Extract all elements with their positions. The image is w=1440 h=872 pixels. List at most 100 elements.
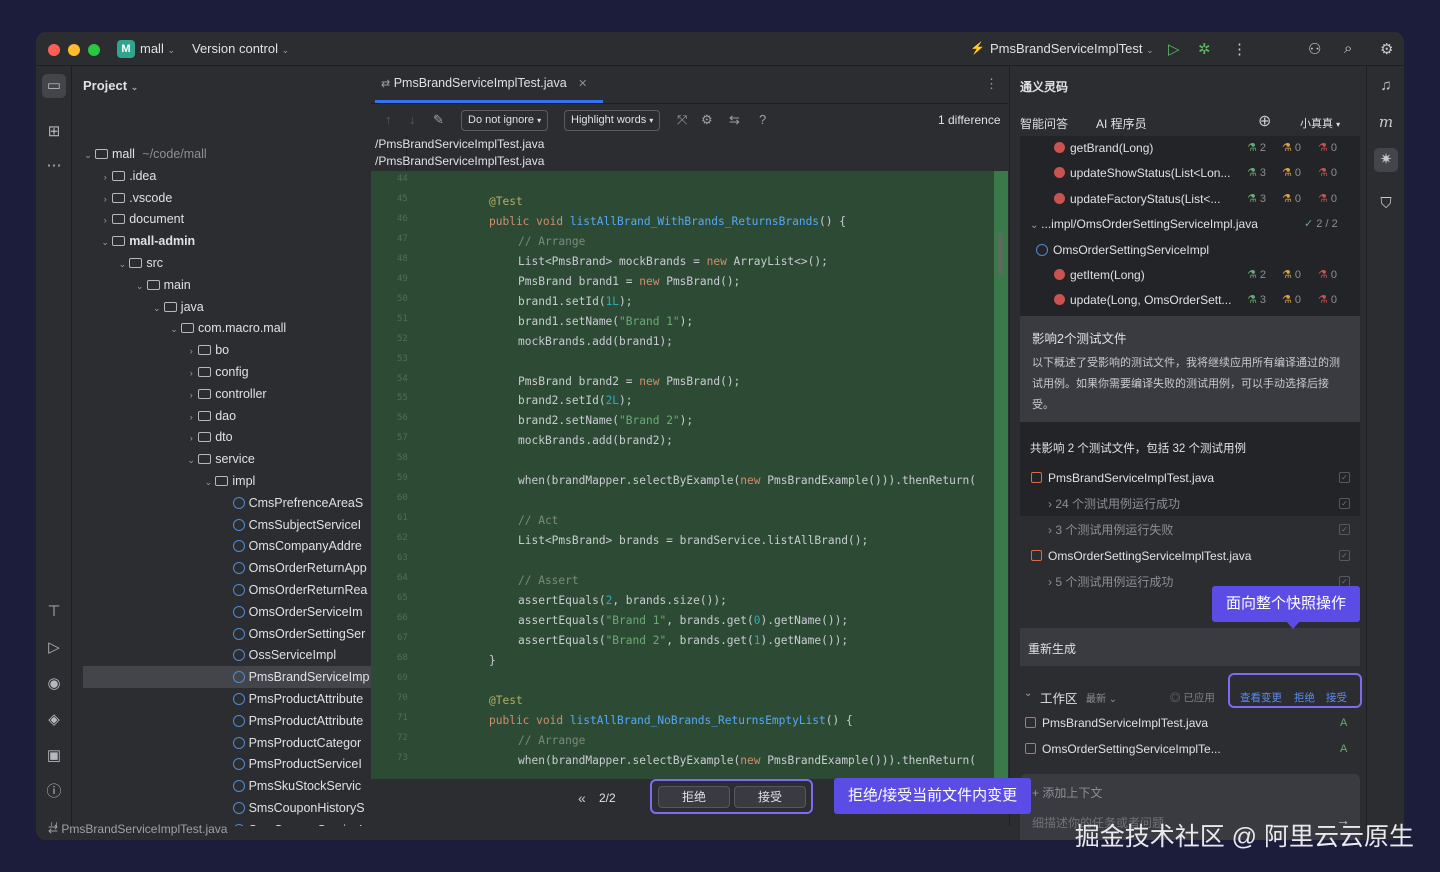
expanded-arrow-icon[interactable]: ⌄ bbox=[81, 144, 95, 166]
tree-item[interactable]: › dao bbox=[73, 405, 406, 428]
tree-item[interactable]: PmsProductAttribute bbox=[73, 688, 406, 710]
services-icon[interactable]: ◉ bbox=[44, 674, 64, 694]
scrollbar-thumb[interactable] bbox=[998, 233, 1003, 275]
close-tab-icon[interactable]: ✕ bbox=[578, 78, 587, 90]
run-panel-icon[interactable]: ▷ bbox=[44, 638, 64, 658]
model-selector[interactable]: 小真真 ▾ bbox=[1300, 115, 1340, 131]
tree-item[interactable]: › document bbox=[73, 208, 406, 231]
collapsed-arrow-icon[interactable]: › bbox=[184, 340, 198, 362]
terminal-icon[interactable]: ▣ bbox=[44, 746, 64, 766]
tree-item[interactable]: ⌄ com.macro.mall bbox=[73, 317, 406, 340]
add-context-button[interactable]: + 添加上下文 bbox=[1032, 784, 1102, 801]
method-row[interactable]: ⌄ ...impl/OmsOrderSettingServiceImpl.jav… bbox=[1020, 212, 1360, 237]
tab-ai-programmer[interactable]: AI 程序员 bbox=[1096, 115, 1147, 132]
zoom-window-button[interactable] bbox=[88, 44, 100, 56]
minimize-window-button[interactable] bbox=[68, 44, 80, 56]
help-icon[interactable]: ? bbox=[759, 112, 766, 127]
expanded-arrow-icon[interactable]: ⌄ bbox=[184, 449, 198, 471]
method-row[interactable]: getBrand(Long) ⚗ 2 ⚗ 0 ⚗ 0 bbox=[1020, 136, 1360, 161]
method-row[interactable]: updateShowStatus(List<Lon... ⚗ 3 ⚗ 0 ⚗ 0 bbox=[1020, 161, 1360, 186]
expanded-arrow-icon[interactable]: ⌄ bbox=[133, 275, 147, 297]
tree-item[interactable]: OmsOrderReturnRea bbox=[73, 579, 406, 601]
expanded-arrow-icon[interactable]: ⌄ bbox=[167, 318, 181, 340]
tree-item[interactable]: › controller bbox=[73, 383, 406, 406]
test-checkbox[interactable]: ✓ bbox=[1339, 550, 1350, 561]
tree-item[interactable]: PmsProductServiceI bbox=[73, 753, 406, 775]
latest-selector[interactable]: 最新 ⌄ bbox=[1086, 690, 1117, 705]
workspace-file-row[interactable]: PmsBrandServiceImplTest.java A bbox=[1020, 711, 1360, 736]
tree-item[interactable]: OmsOrderSettingSer bbox=[73, 623, 406, 645]
test-checkbox[interactable]: ✓ bbox=[1339, 472, 1350, 483]
close-window-button[interactable] bbox=[48, 44, 60, 56]
vcs-menu[interactable]: Version control ⌄ bbox=[192, 41, 289, 56]
tree-item[interactable]: PmsSkuStockServic bbox=[73, 775, 406, 797]
tree-item[interactable]: › config bbox=[73, 361, 406, 383]
ignore-whitespace-select[interactable]: Do not ignore ▾ bbox=[461, 110, 549, 131]
structure-icon[interactable]: ⊞ bbox=[44, 122, 64, 142]
expanded-arrow-icon[interactable]: ⌄ bbox=[201, 471, 215, 493]
collapsed-arrow-icon[interactable]: › bbox=[98, 188, 112, 210]
accept-file-button[interactable]: 接受 bbox=[734, 786, 806, 808]
build-icon[interactable]: ⊤ bbox=[44, 602, 64, 622]
reject-snapshot-link[interactable]: 拒绝 bbox=[1294, 690, 1315, 705]
notifications-icon[interactable]: ♫ bbox=[1376, 76, 1396, 96]
tree-item[interactable]: ⌄ java bbox=[73, 296, 406, 319]
collapsed-arrow-icon[interactable]: › bbox=[184, 427, 198, 449]
chevron-down-icon[interactable]: ⌄ bbox=[1024, 688, 1032, 699]
tree-item[interactable]: PmsProductAttribute bbox=[73, 710, 406, 732]
collapsed-arrow-icon[interactable]: › bbox=[98, 166, 112, 188]
search-icon[interactable]: ⌕ bbox=[1344, 40, 1352, 57]
method-row[interactable]: update(Long, OmsOrderSett... ⚗ 3 ⚗ 0 ⚗ 0 bbox=[1020, 288, 1360, 313]
view-changes-link[interactable]: 查看变更 bbox=[1240, 690, 1282, 705]
tab-smart-qa[interactable]: 智能问答 bbox=[1020, 115, 1068, 132]
diff-settings-icon[interactable]: ⚙ bbox=[701, 112, 713, 128]
tree-item[interactable]: OmsCompanyAddre bbox=[73, 535, 406, 557]
tree-item[interactable]: CmsSubjectServiceI bbox=[73, 514, 406, 536]
tree-item[interactable]: › bo bbox=[73, 339, 406, 362]
problems-icon[interactable]: ⓘ bbox=[44, 782, 64, 802]
tree-item[interactable]: ⌄ impl bbox=[73, 470, 406, 493]
test-checkbox[interactable]: ✓ bbox=[1339, 498, 1350, 509]
settings-icon[interactable]: ⚙ bbox=[1380, 40, 1393, 58]
accept-snapshot-link[interactable]: 接受 bbox=[1326, 690, 1347, 705]
expanded-arrow-icon[interactable]: ⌄ bbox=[150, 297, 164, 319]
workspace-file-row[interactable]: OmsOrderSettingServiceImplTe... A bbox=[1020, 737, 1360, 762]
test-file-row[interactable]: OmsOrderSettingServiceImplTest.java ✓ bbox=[1020, 544, 1360, 568]
method-row[interactable]: OmsOrderSettingServiceImpl bbox=[1020, 238, 1360, 263]
method-row[interactable]: updateFactoryStatus(List<... ⚗ 3 ⚗ 0 ⚗ 0 bbox=[1020, 187, 1360, 212]
debug-icon[interactable]: ✲ bbox=[1198, 40, 1211, 58]
collapsed-arrow-icon[interactable]: › bbox=[98, 209, 112, 231]
more-tools-icon[interactable]: ⋯ bbox=[44, 156, 64, 176]
tree-item[interactable]: ⌄ main bbox=[73, 274, 406, 297]
tree-item[interactable]: › .vscode bbox=[73, 187, 406, 210]
project-selector[interactable]: mall ⌄ bbox=[140, 41, 175, 56]
tongyi-lingma-icon[interactable]: ✷ bbox=[1374, 148, 1398, 172]
test-result-row[interactable]: › 3 个测试用例运行失败 ✓ bbox=[1020, 518, 1360, 542]
next-diff-icon[interactable]: ↓ bbox=[409, 112, 416, 127]
collapsed-arrow-icon[interactable]: › bbox=[184, 384, 198, 406]
test-file-row[interactable]: PmsBrandServiceImplTest.java ✓ bbox=[1020, 466, 1360, 490]
prev-diff-icon[interactable]: ↑ bbox=[385, 112, 392, 127]
previous-file-icon[interactable]: « bbox=[578, 790, 586, 806]
reject-file-button[interactable]: 拒绝 bbox=[658, 786, 730, 808]
tree-item[interactable]: › dto bbox=[73, 426, 406, 449]
shield-icon[interactable]: ⛉ bbox=[1376, 194, 1396, 214]
run-config-selector[interactable]: PmsBrandServiceImplTest ⌄ bbox=[990, 41, 1154, 56]
test-checkbox[interactable]: ✓ bbox=[1339, 524, 1350, 535]
chevron-down-icon[interactable]: ⌄ bbox=[1030, 220, 1041, 231]
tree-item[interactable]: ⌄ mall-admin bbox=[73, 230, 406, 252]
tree-item[interactable]: OssServiceImpl bbox=[73, 644, 406, 666]
tree-item[interactable]: OmsOrderServiceIm bbox=[73, 601, 406, 623]
edit-icon[interactable]: ✎ bbox=[433, 112, 444, 128]
new-session-icon[interactable]: ⊕ bbox=[1258, 111, 1271, 131]
m-assistant-icon[interactable]: m bbox=[1376, 112, 1396, 132]
layers-icon[interactable]: ◈ bbox=[44, 710, 64, 730]
collapsed-arrow-icon[interactable]: › bbox=[184, 406, 198, 428]
tree-item[interactable]: ⌄ service bbox=[73, 448, 406, 471]
editor-tab[interactable]: ⇄ PmsBrandServiceImplTest.java ✕ bbox=[381, 76, 587, 90]
tree-item[interactable]: PmsProductCategor bbox=[73, 732, 406, 754]
regenerate-button[interactable]: 重新生成 bbox=[1028, 640, 1076, 657]
tree-item[interactable]: ⌄ src bbox=[73, 252, 406, 274]
tree-item[interactable]: › .idea bbox=[73, 165, 406, 188]
tree-item[interactable]: CmsPrefrenceAreaS bbox=[73, 492, 406, 514]
